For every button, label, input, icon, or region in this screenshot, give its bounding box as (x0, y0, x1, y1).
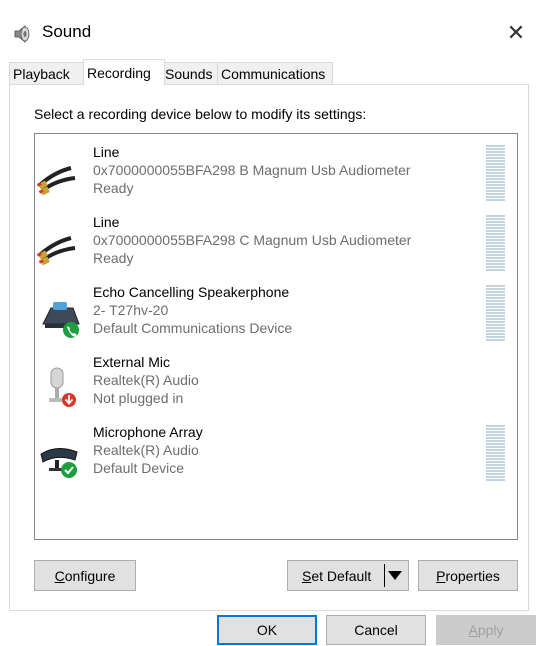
tab-label: Playback (13, 66, 70, 82)
tab-sounds[interactable]: Sounds (161, 62, 221, 84)
window-title: Sound (42, 22, 92, 41)
close-icon: ✕ (506, 20, 526, 45)
device-item-line-b[interactable]: Line 0x7000000055BFA298 B Magnum Usb Aud… (35, 144, 517, 214)
device-item-echo-speakerphone[interactable]: Echo Cancelling Speakerphone 2- T27hv-20… (35, 284, 517, 354)
tab-label: Communications (221, 66, 326, 82)
microphone-icon (49, 367, 76, 407)
level-meter (486, 215, 505, 271)
apply-button[interactable]: Apply (436, 615, 536, 645)
microphone-array-icon (40, 448, 78, 478)
device-description: Realtek(R) Audio (93, 372, 199, 388)
line-cable-icon (37, 236, 76, 266)
ok-label: OK (256, 622, 278, 638)
level-meter (486, 425, 505, 481)
tab-playback[interactable]: Playback (9, 62, 87, 84)
tab-recording[interactable]: Recording (83, 59, 165, 85)
device-description: 0x7000000055BFA298 B Magnum Usb Audiomet… (93, 162, 411, 178)
tab-label: Recording (87, 65, 151, 81)
device-status: Ready (93, 180, 134, 196)
device-item-line-c[interactable]: Line 0x7000000055BFA298 C Magnum Usb Aud… (35, 214, 517, 284)
device-name: Microphone Array (93, 424, 203, 440)
device-item-external-mic[interactable]: External Mic Realtek(R) Audio Not plugge… (35, 354, 517, 424)
set-default-split-button[interactable]: Set Default (287, 560, 409, 591)
device-name: Echo Cancelling Speakerphone (93, 284, 290, 300)
device-name: External Mic (93, 354, 171, 370)
configure-label: Configure (54, 567, 116, 584)
speaker-icon (14, 25, 30, 43)
close-button[interactable]: ✕ (496, 18, 536, 48)
cancel-label: Cancel (354, 622, 398, 638)
set-default-label: Set Default (302, 567, 372, 584)
cancel-button[interactable]: Cancel (326, 615, 426, 645)
level-meter (486, 145, 505, 201)
properties-button[interactable]: Properties (418, 560, 518, 591)
device-name: Line (93, 144, 120, 160)
device-description: 0x7000000055BFA298 C Magnum Usb Audiomet… (93, 232, 412, 248)
device-list[interactable]: Line 0x7000000055BFA298 B Magnum Usb Aud… (34, 133, 518, 540)
tab-communications[interactable]: Communications (217, 62, 333, 84)
device-status: Ready (93, 250, 134, 266)
speakerphone-icon (42, 302, 80, 338)
instruction-text: Select a recording device below to modif… (34, 106, 367, 122)
device-description: 2- T27hv-20 (93, 302, 169, 318)
title-bar: Sound ✕ (0, 0, 540, 50)
device-status: Default Device (93, 460, 185, 476)
level-meter (486, 285, 505, 341)
device-status: Default Communications Device (93, 320, 293, 336)
line-cable-icon (37, 166, 76, 196)
configure-button[interactable]: Configure (34, 560, 136, 591)
split-divider (384, 564, 385, 587)
apply-label: Apply (468, 622, 504, 638)
chevron-down-icon[interactable] (388, 571, 402, 580)
device-status: Not plugged in (93, 390, 184, 406)
device-description: Realtek(R) Audio (93, 442, 199, 458)
device-name: Line (93, 214, 120, 230)
properties-label: Properties (436, 567, 500, 584)
device-item-microphone-array[interactable]: Microphone Array Realtek(R) Audio Defaul… (35, 424, 517, 494)
ok-button[interactable]: OK (217, 615, 317, 645)
tab-label: Sounds (165, 66, 213, 82)
